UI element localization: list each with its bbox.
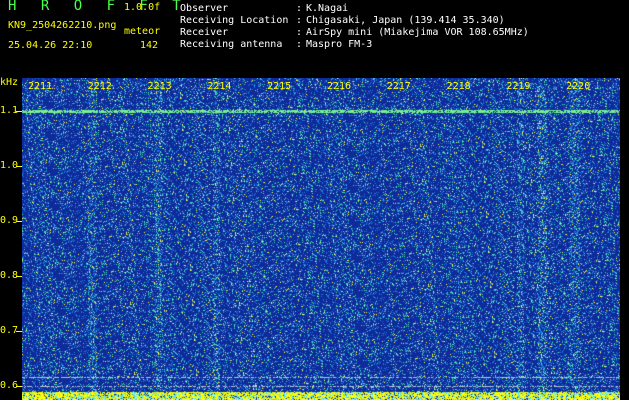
time-tick-label: 2219 bbox=[506, 82, 530, 92]
freq-unit-label: kHz bbox=[0, 78, 18, 88]
observer-value: K.Nagai bbox=[306, 3, 348, 15]
time-tick-label: 2211 bbox=[28, 82, 52, 92]
time-tick-label: 2220 bbox=[566, 82, 590, 92]
detection-label: meteor bbox=[124, 26, 160, 38]
time-tick-label: 2218 bbox=[447, 82, 471, 92]
time-tick-label: 2215 bbox=[267, 82, 291, 92]
app-title: H R O F F T bbox=[8, 0, 189, 12]
time-tick-label: 2213 bbox=[148, 82, 172, 92]
meteor-count: 142 bbox=[140, 40, 158, 52]
spectrogram-panel: kHz 1.11.00.90.80.70.6 22112212221322142… bbox=[0, 78, 629, 400]
location-value: Chigasaki, Japan (139.414 35.340) bbox=[306, 15, 505, 27]
separator: : bbox=[296, 27, 302, 39]
separator: : bbox=[296, 3, 302, 15]
location-key: Receiving Location bbox=[180, 15, 288, 27]
spectrogram-canvas bbox=[22, 78, 620, 400]
receiver-value: AirSpy mini (Miakejima VOR 108.65MHz) bbox=[306, 27, 529, 39]
time-tick-label: 2217 bbox=[387, 82, 411, 92]
capture-datetime: 25.04.26 22:10 bbox=[8, 40, 92, 52]
spectrogram[interactable]: 2211 2212 2213 2214 2215 2216 2217 2218 2219 2220 bbox=[22, 78, 620, 400]
time-tick-label: 2212 bbox=[88, 82, 112, 92]
antenna-value: Maspro FM-3 bbox=[306, 39, 372, 51]
separator: : bbox=[296, 15, 302, 27]
file-name: KN9_2504262210.png bbox=[8, 20, 116, 32]
separator: : bbox=[296, 39, 302, 51]
app-version: 1.0.0f bbox=[124, 2, 160, 14]
observer-key: Observer bbox=[180, 3, 228, 15]
time-tick-label: 2214 bbox=[207, 82, 231, 92]
antenna-key: Receiving antenna bbox=[180, 39, 282, 51]
receiver-key: Receiver bbox=[180, 27, 228, 39]
time-tick-label: 2216 bbox=[327, 82, 351, 92]
hrofft-window: H R O F F T 1.0.0f KN9_2504262210.png me… bbox=[0, 0, 629, 400]
